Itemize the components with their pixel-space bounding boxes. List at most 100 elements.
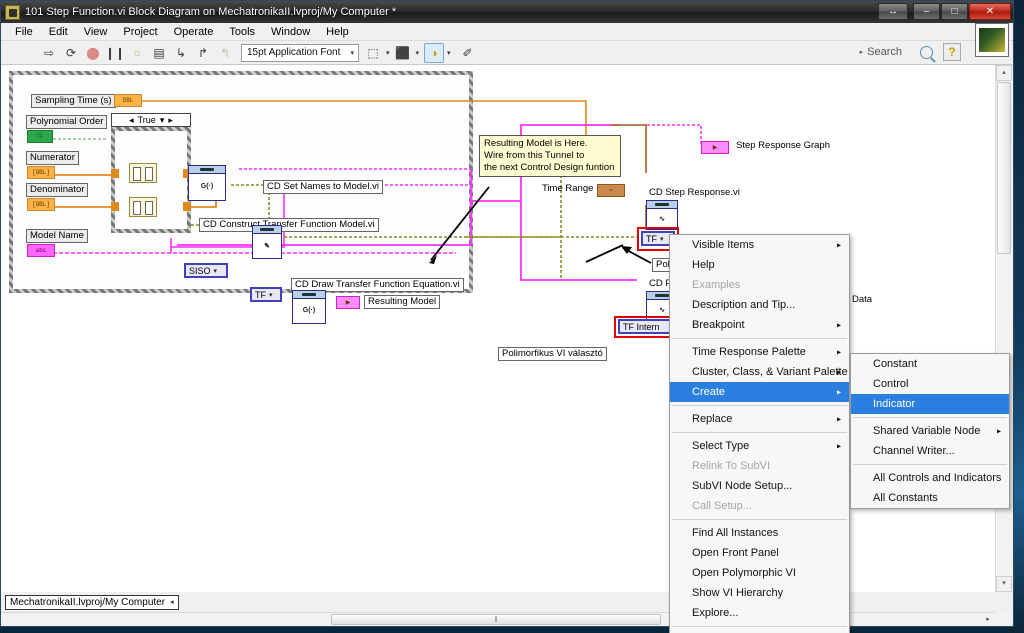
font-selector[interactable]: 15pt Application Font ▾ [241, 43, 359, 62]
submenu-control[interactable]: Control [851, 374, 1009, 394]
menu-edit[interactable]: Edit [41, 25, 76, 39]
terminal-denominator[interactable]: [DBL] [27, 198, 55, 211]
tunnel-denominator-in[interactable] [111, 202, 119, 211]
search-input[interactable]: Search [867, 46, 902, 58]
vi-node-set-names-to-model[interactable]: ✎ [252, 225, 282, 259]
ctx-create[interactable]: Create ▸ [670, 382, 849, 402]
ctx-show-vi-hierarchy[interactable]: Show VI Hierarchy [670, 583, 849, 603]
case-next-arrow[interactable]: ▸ [168, 115, 173, 126]
ctx-open-polymorphic-vi[interactable]: Open Polymorphic VI [670, 563, 849, 583]
run-continuously-icon[interactable]: ⟳ [61, 43, 81, 63]
case-selector[interactable]: ◂ True ▾ ▸ [111, 113, 191, 127]
menu-separator [672, 519, 847, 520]
reorder-button[interactable]: ◑ ▾ [424, 42, 451, 63]
scroll-up-button[interactable]: ▴ [996, 65, 1012, 81]
ctx-time-response-palette[interactable]: Time Response Palette ▸ [670, 342, 849, 362]
ctx-visible-items[interactable]: Visible Items ▸ [670, 235, 849, 255]
align-objects-button[interactable]: ⬚ ▾ [363, 43, 389, 63]
polymorphic-selector-tf-intern[interactable]: TF Intern [618, 319, 672, 334]
window-controls: ↔ – □ ✕ [878, 3, 1011, 20]
ctx-explore[interactable]: Explore... [670, 603, 849, 623]
ctx-breakpoint[interactable]: Breakpoint ▸ [670, 315, 849, 335]
create-submenu[interactable]: Constant Control Indicator Shared Variab… [850, 353, 1010, 509]
highlight-execution-icon[interactable]: ○ [127, 43, 147, 63]
scroll-down-button[interactable]: ▾ [996, 576, 1012, 592]
submenu-label: All Controls and Indicators [873, 472, 1002, 484]
array-to-cluster-node-1[interactable] [129, 163, 157, 183]
ctx-open-front-panel[interactable]: Open Front Panel [670, 543, 849, 563]
clean-up-diagram-icon[interactable]: ✐ [458, 43, 478, 63]
ctx-label: Visible Items [692, 239, 755, 251]
pause-icon[interactable]: ❙❙ [105, 43, 125, 63]
scroll-right-button[interactable]: ▸ [981, 613, 995, 626]
terminal-sampling-time[interactable]: DBL [114, 94, 142, 107]
search-icon[interactable] [920, 45, 933, 59]
distribute-objects-button[interactable]: ⬛ ▾ [393, 43, 419, 63]
vertical-scroll-thumb[interactable] [997, 82, 1011, 254]
indicator-terminal-resulting-model[interactable]: ▶ [336, 296, 360, 309]
distribute-objects-icon: ⬛ [395, 45, 410, 60]
chevron-left-icon[interactable]: ◂ [170, 598, 174, 606]
submenu-label: Channel Writer... [873, 445, 955, 457]
submenu-all-controls-and-indicators[interactable]: All Controls and Indicators [851, 468, 1009, 488]
step-into-icon[interactable]: ↳ [171, 43, 191, 63]
ctx-help[interactable]: Help [670, 255, 849, 275]
ctx-cluster-class-variant-palette[interactable]: Cluster, Class, & Variant Palette ▸ [670, 362, 849, 382]
menu-tools[interactable]: Tools [221, 25, 263, 39]
indicator-terminal-step-response-graph[interactable]: ▶ [701, 141, 729, 154]
search-dropdown-icon[interactable]: ▸ [860, 48, 864, 56]
project-context-chip[interactable]: MechatronikaII.lvproj/My Computer ◂ [5, 594, 179, 610]
ctx-label: Cluster, Class, & Variant Palette [692, 366, 848, 378]
vi-node-draw-tf-equation[interactable]: G(·) [292, 290, 326, 324]
ctx-select-type[interactable]: Select Type ▸ [670, 436, 849, 456]
submenu-shared-variable-node[interactable]: Shared Variable Node ▸ [851, 421, 1009, 441]
vi-node-construct-tf-model[interactable]: G(·) [188, 165, 226, 201]
step-out-icon[interactable]: ↰ [215, 43, 235, 63]
array-to-cluster-node-2[interactable] [129, 197, 157, 217]
tunnel-numerator-in[interactable] [111, 169, 119, 178]
minimize-button[interactable]: – [913, 3, 940, 20]
case-prev-arrow[interactable]: ◂ [129, 115, 134, 126]
ctx-find-all-instances[interactable]: Find All Instances [670, 523, 849, 543]
submenu-constant[interactable]: Constant [851, 354, 1009, 374]
close-button[interactable]: ✕ [969, 3, 1011, 20]
ctx-label: Help [692, 259, 715, 271]
run-icon[interactable]: ⇨ [39, 43, 59, 63]
ctx-replace[interactable]: Replace ▸ [670, 409, 849, 429]
retain-wire-values-icon[interactable]: ▤ [149, 43, 169, 63]
control-label-model-name: Model Name [26, 229, 88, 243]
context-help-button[interactable]: ? [943, 43, 961, 61]
terminal-model-name[interactable]: abc [27, 244, 55, 257]
indicator-label-step-response-graph: Step Response Graph [736, 140, 831, 151]
submenu-channel-writer[interactable]: Channel Writer... [851, 441, 1009, 461]
horizontal-scroll-thumb[interactable]: ‖ [331, 614, 661, 625]
menu-project[interactable]: Project [115, 25, 165, 39]
terminal-numerator[interactable]: [DBL] [27, 166, 55, 179]
menu-help[interactable]: Help [318, 25, 357, 39]
ctx-label: Description and Tip... [692, 299, 796, 311]
submenu-indicator[interactable]: Indicator [851, 394, 1009, 414]
submenu-all-constants[interactable]: All Constants [851, 488, 1009, 508]
vi-icon-pane[interactable] [975, 23, 1009, 57]
ctx-subvi-node-setup[interactable]: SubVI Node Setup... [670, 476, 849, 496]
tunnel-denominator-out[interactable] [183, 202, 191, 211]
terminal-polynomial-order[interactable]: TF [27, 130, 53, 143]
abort-execution-icon[interactable]: ⬤ [83, 43, 103, 63]
polymorphic-value-tf-2: TF [646, 233, 657, 244]
menu-window[interactable]: Window [263, 25, 318, 39]
labview-block-diagram-window: 101 Step Function.vi Block Diagram on Me… [0, 0, 1014, 633]
restore-down-button[interactable]: ↔ [878, 3, 908, 20]
polymorphic-selector-tf-1[interactable]: TF ▾ [250, 287, 282, 302]
terminal-time-range[interactable]: ═ [597, 184, 625, 197]
menu-view[interactable]: View [76, 25, 116, 39]
vi-body-glyph: G(·) [302, 307, 316, 314]
ctx-description-and-tip[interactable]: Description and Tip... [670, 295, 849, 315]
step-over-icon[interactable]: ↱ [193, 43, 213, 63]
maximize-button[interactable]: □ [941, 3, 968, 20]
menu-file[interactable]: File [7, 25, 41, 39]
polymorphic-selector-siso[interactable]: SISO ▾ [184, 263, 228, 278]
vi-node-step-response[interactable]: ∿ [646, 200, 678, 230]
context-menu[interactable]: Visible Items ▸ Help Examples Descriptio… [669, 234, 850, 633]
menu-operate[interactable]: Operate [166, 25, 222, 39]
vertical-scrollbar[interactable]: ▴ ▾ [995, 65, 1012, 592]
